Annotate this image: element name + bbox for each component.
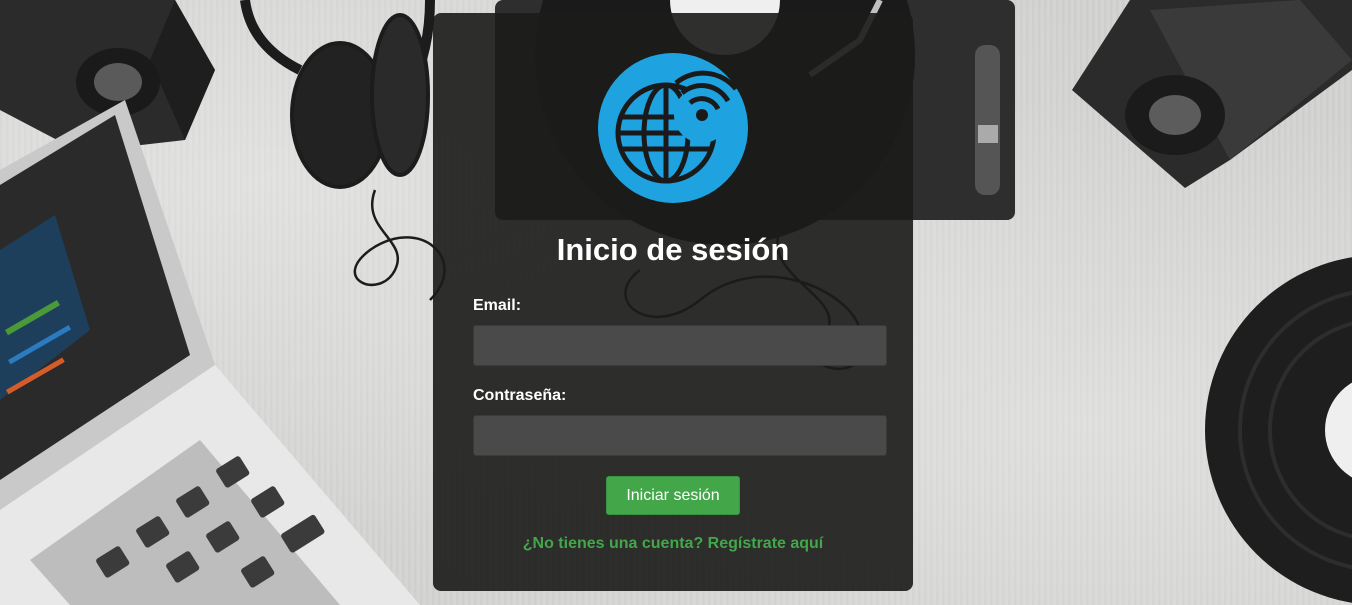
email-field[interactable] (473, 325, 887, 366)
login-card: Inicio de sesión Email: Contraseña: Inic… (433, 13, 913, 591)
login-button[interactable]: Iniciar sesión (606, 476, 740, 515)
email-label: Email: (473, 297, 522, 314)
register-link[interactable]: ¿No tienes una cuenta? Regístrate aquí (433, 534, 913, 554)
password-field[interactable] (473, 415, 887, 456)
logo (598, 53, 748, 203)
globe-wifi-icon (598, 53, 748, 203)
page-title: Inicio de sesión (556, 232, 790, 267)
speaker-top-right-image (1072, 0, 1352, 188)
headphones-image (240, 0, 446, 301)
page-background: Inicio de sesión Email: Contraseña: Inic… (0, 0, 1352, 605)
password-label: Contraseña: (473, 387, 567, 404)
vinyl-record-image (1205, 257, 1352, 603)
